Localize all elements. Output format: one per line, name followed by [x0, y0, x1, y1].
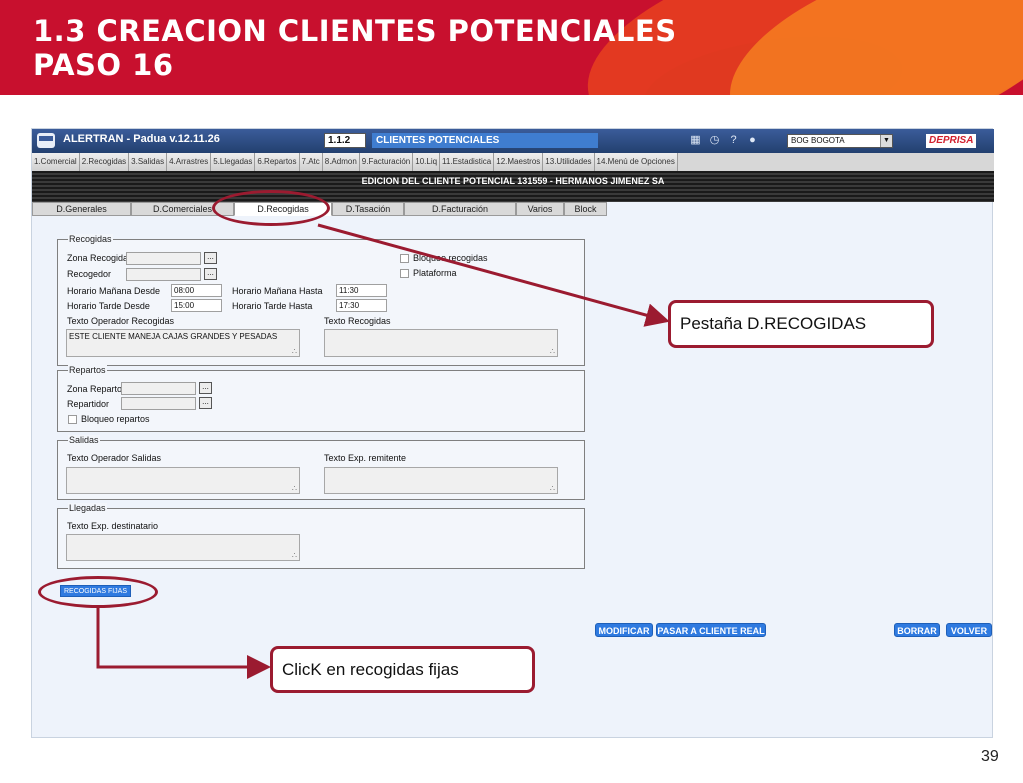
texto-exp-remitente-label: Texto Exp. remitente [324, 453, 407, 463]
menu-item-estadistica[interactable]: 11.Estadistica [440, 153, 495, 171]
horario-manana-hasta-label: Horario Mañana Hasta [232, 286, 323, 296]
texto-exp-destinatario-label: Texto Exp. destinatario [67, 521, 159, 531]
menu-item-utilidades[interactable]: 13.Utilidades [543, 153, 595, 171]
volver-button[interactable]: VOLVER [946, 623, 992, 637]
tab-varios[interactable]: Varios [516, 202, 564, 216]
city-select[interactable]: BOG BOGOTA ▼ [787, 134, 893, 148]
help-icon[interactable]: ? [727, 134, 740, 147]
city-select-value: BOG BOGOTA [791, 136, 845, 145]
edit-title: EDICION DEL CLIENTE POTENCIAL 131559 - H… [361, 176, 665, 186]
texto-operador-recogidas-textarea[interactable]: ESTE CLIENTE MANEJA CAJAS GRANDES Y PESA… [66, 329, 300, 357]
llegadas-legend: Llegadas [68, 503, 107, 513]
slide: 1.3 CREACION CLIENTES POTENCIALES PASO 1… [0, 0, 1023, 783]
recogidas-group: Recogidas Zona Recogida ... Recogedor ..… [57, 234, 585, 366]
menu-item-llegadas[interactable]: 5.Llegadas [211, 153, 256, 171]
modificar-button[interactable]: MODIFICAR [595, 623, 653, 637]
menu-item-facturacion[interactable]: 9.Facturación [359, 153, 414, 171]
zona-recogida-label: Zona Recogida [67, 253, 129, 263]
repartidor-label: Repartidor [67, 399, 110, 409]
zona-recogida-lookup-button[interactable]: ... [204, 252, 217, 264]
texto-operador-recogidas-label: Texto Operador Recogidas [67, 316, 175, 326]
texto-operador-salidas-label: Texto Operador Salidas [67, 453, 162, 463]
horario-tarde-hasta-label: Horario Tarde Hasta [232, 301, 313, 311]
screen-code-input[interactable]: 1.1.2 [324, 133, 366, 148]
bus-icon [37, 133, 55, 148]
app-title: ALERTRAN - Padua v.12.11.26 [63, 133, 220, 145]
app-titlebar: ALERTRAN - Padua v.12.11.26 1.1.2 CLIENT… [32, 129, 994, 153]
menu-item-comercial[interactable]: 1.Comercial [32, 153, 80, 171]
llegadas-group: Llegadas Texto Exp. destinatario [57, 503, 585, 569]
recogedor-lookup-button[interactable]: ... [204, 268, 217, 280]
menu-item-menu-opciones[interactable]: 14.Menú de Opciones [594, 153, 678, 171]
chevron-down-icon: ▼ [880, 135, 892, 147]
salidas-group: Salidas Texto Operador Salidas Texto Exp… [57, 435, 585, 500]
bloqueo-repartos-label: Bloqueo repartos [81, 414, 150, 424]
bloqueo-recogidas-label: Bloqueo recogidas [413, 253, 488, 263]
texto-exp-destinatario-textarea[interactable] [66, 534, 300, 561]
deprisa-logo: DEPRISA [926, 134, 977, 148]
horario-tarde-hasta-input[interactable]: 17:30 [336, 299, 387, 312]
horario-manana-desde-input[interactable]: 08:00 [171, 284, 222, 297]
bloqueo-recogidas-checkbox[interactable] [400, 254, 409, 263]
slide-title-line1: 1.3 CREACION CLIENTES POTENCIALES [33, 14, 677, 48]
horario-manana-hasta-input[interactable]: 11:30 [336, 284, 387, 297]
borrar-button[interactable]: BORRAR [894, 623, 940, 637]
tab-d-tasacion[interactable]: D.Tasación [332, 202, 404, 216]
recogidas-legend: Recogidas [68, 234, 113, 244]
recogedor-input[interactable] [126, 268, 201, 281]
main-menu: 1.Comercial 2.Recogidas 3.Salidas 4.Arra… [32, 153, 994, 171]
bloqueo-repartos-checkbox[interactable] [68, 415, 77, 424]
menu-item-maestros[interactable]: 12.Maestros [494, 153, 544, 171]
menu-item-admon[interactable]: 8.Admon [322, 153, 360, 171]
menu-item-recogidas[interactable]: 2.Recogidas [79, 153, 130, 171]
tab-highlight-oval [212, 190, 330, 226]
texto-operador-salidas-textarea[interactable] [66, 467, 300, 494]
recogedor-label: Recogedor [67, 269, 112, 279]
tab-d-facturacion[interactable]: D.Facturación [404, 202, 516, 216]
slide-title-line2: PASO 16 [33, 48, 174, 82]
title-banner: 1.3 CREACION CLIENTES POTENCIALES PASO 1… [0, 0, 1023, 95]
calendar-icon[interactable]: ▦ [689, 134, 702, 147]
texto-exp-remitente-textarea[interactable] [324, 467, 558, 494]
texto-recogidas-textarea[interactable] [324, 329, 558, 357]
repartos-group: Repartos Zona Reparto ... Repartidor ...… [57, 365, 585, 432]
horario-tarde-desde-input[interactable]: 15:00 [171, 299, 222, 312]
callout-pestana: Pestaña D.RECOGIDAS [668, 300, 934, 348]
pasar-a-cliente-real-button[interactable]: PASAR A CLIENTE REAL [656, 623, 766, 637]
slide-title: 1.3 CREACION CLIENTES POTENCIALES PASO 1… [33, 14, 677, 82]
plataforma-checkbox[interactable] [400, 269, 409, 278]
menu-item-atc[interactable]: 7.Atc [299, 153, 323, 171]
user-icon[interactable]: ● [746, 134, 759, 147]
repartidor-input[interactable] [121, 397, 196, 410]
horario-tarde-desde-label: Horario Tarde Desde [67, 301, 150, 311]
menu-item-arrastres[interactable]: 4.Arrastres [167, 153, 212, 171]
callout-click: ClicK en recogidas fijas [270, 646, 535, 693]
repartidor-lookup-button[interactable]: ... [199, 397, 212, 409]
salidas-legend: Salidas [68, 435, 100, 445]
menu-item-liq[interactable]: 10.Liq [413, 153, 441, 171]
zona-reparto-input[interactable] [121, 382, 196, 395]
edit-header-bar: EDICION DEL CLIENTE POTENCIAL 131559 - H… [32, 171, 994, 202]
zona-reparto-label: Zona Reparto [67, 384, 123, 394]
tab-block[interactable]: Block [564, 202, 607, 216]
button-highlight-oval [38, 576, 158, 608]
menu-item-repartos[interactable]: 6.Repartos [255, 153, 300, 171]
page-number: 39 [981, 748, 999, 765]
texto-recogidas-label: Texto Recogidas [324, 316, 391, 326]
zona-recogida-input[interactable] [126, 252, 201, 265]
plataforma-label: Plataforma [413, 268, 457, 278]
tab-d-generales[interactable]: D.Generales [32, 202, 131, 216]
horario-manana-desde-label: Horario Mañana Desde [67, 286, 161, 296]
menu-item-salidas[interactable]: 3.Salidas [129, 153, 168, 171]
clock-icon[interactable]: ◷ [708, 134, 721, 147]
repartos-legend: Repartos [68, 365, 107, 375]
screen-title: CLIENTES POTENCIALES [372, 133, 598, 148]
zona-reparto-lookup-button[interactable]: ... [199, 382, 212, 394]
